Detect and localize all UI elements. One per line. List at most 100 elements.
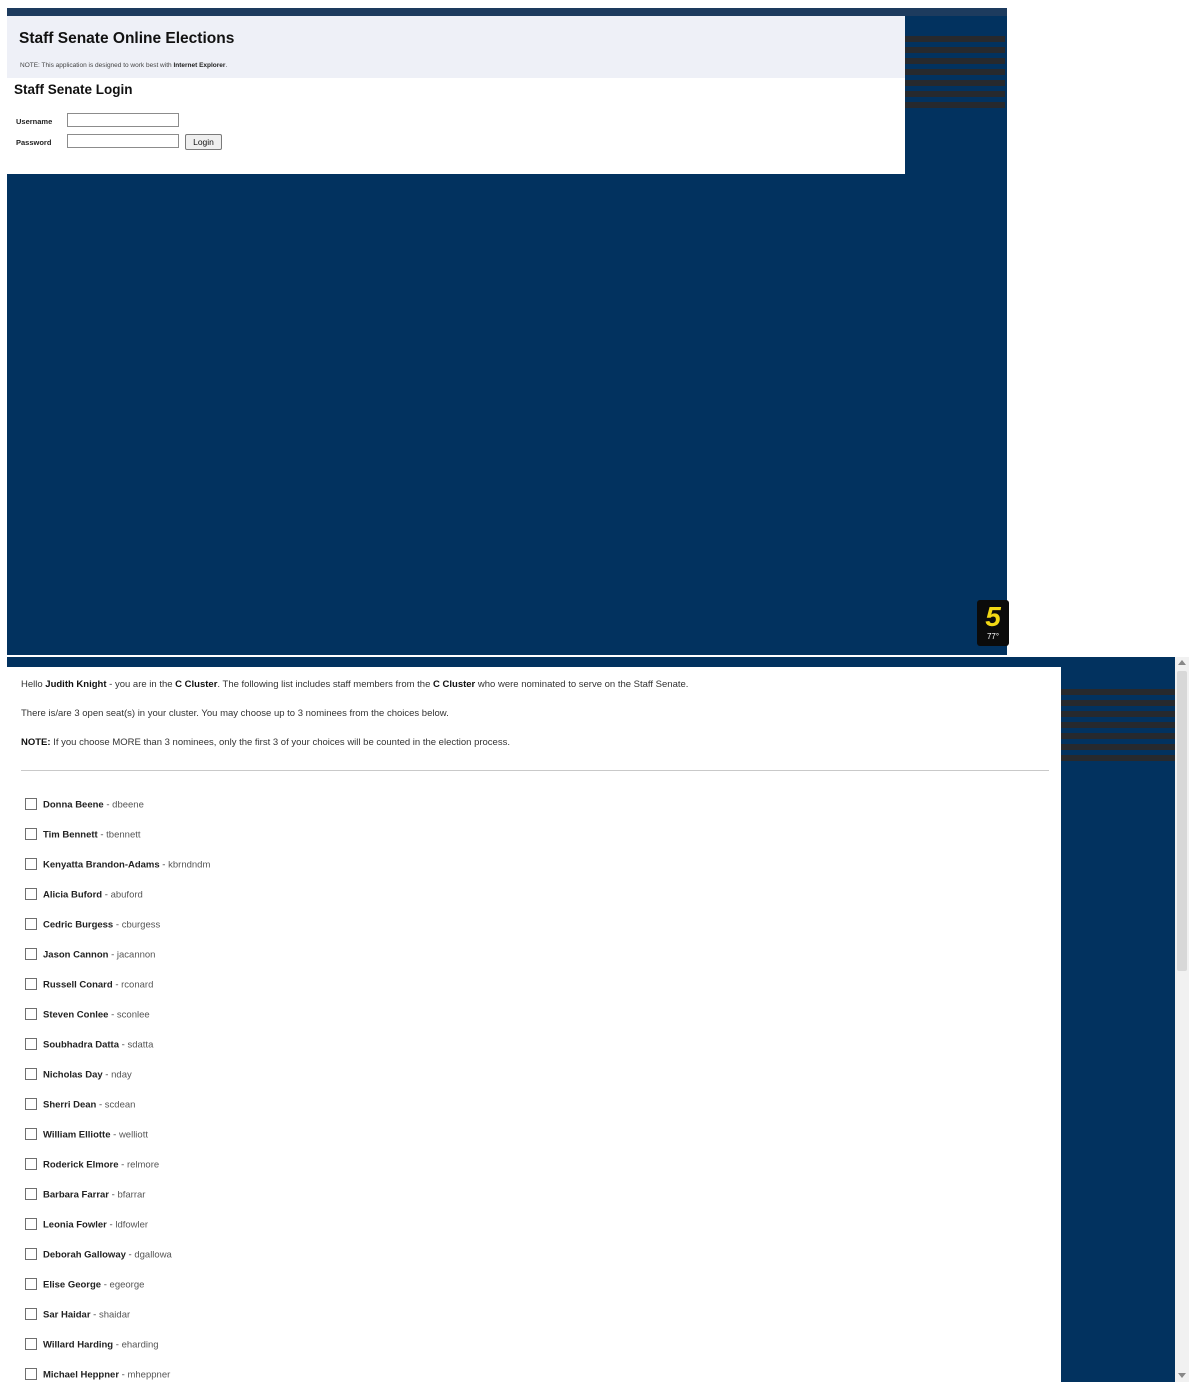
nominee-checkbox[interactable]: [25, 1218, 37, 1230]
greeting-line: Hello Judith Knight - you are in the C C…: [21, 679, 688, 690]
nominee-checkbox[interactable]: [25, 828, 37, 840]
nominee-checkbox[interactable]: [25, 1278, 37, 1290]
password-label: Password: [16, 138, 52, 147]
password-input[interactable]: [67, 134, 179, 148]
browser-note: NOTE: This application is designed to wo…: [20, 62, 227, 69]
nominee-username: jacannon: [116, 949, 156, 961]
nominee-checkbox[interactable]: [25, 1068, 37, 1080]
nominee-separator: -: [97, 829, 107, 841]
nominee-checkbox[interactable]: [25, 1338, 37, 1350]
browser-note-text: NOTE: This application is designed to wo…: [20, 62, 172, 69]
nominee-name: Russell Conard: [43, 979, 113, 991]
nominee-row[interactable]: Elise George - egeorge: [25, 1278, 145, 1293]
ballot-note-line: NOTE: If you choose MORE than 3 nominees…: [21, 737, 510, 748]
app-header: Staff Senate Online Elections NOTE: This…: [7, 16, 905, 78]
window-top-border: [7, 8, 1007, 16]
nominee-checkbox[interactable]: [25, 1038, 37, 1050]
nominee-separator: -: [101, 1279, 110, 1291]
nominee-username: bfarrar: [117, 1189, 146, 1201]
nominee-checkbox[interactable]: [25, 1128, 37, 1140]
decorative-stripes: [905, 36, 1005, 113]
nominee-row[interactable]: Nicholas Day - nday: [25, 1068, 132, 1083]
nominee-separator: -: [108, 1009, 117, 1021]
nominee-username: egeorge: [109, 1279, 145, 1291]
seats-line: There is/are 3 open seat(s) in your clus…: [21, 708, 449, 719]
login-button[interactable]: Login: [185, 134, 222, 150]
nominee-name: Kenyatta Brandon-Adams: [43, 859, 160, 871]
nominee-checkbox[interactable]: [25, 1308, 37, 1320]
nominee-username: nday: [111, 1069, 132, 1081]
nominee-name: Willard Harding: [43, 1339, 114, 1351]
nominee-row[interactable]: Soubhadra Datta - sdatta: [25, 1038, 154, 1053]
section-divider: [21, 770, 1049, 771]
nominee-row[interactable]: Michael Heppner - mheppner: [25, 1368, 170, 1382]
nominee-row[interactable]: Russell Conard - rconard: [25, 978, 154, 993]
nominee-row[interactable]: Leonia Fowler - ldfowler: [25, 1218, 149, 1233]
nominee-checkbox[interactable]: [25, 1188, 37, 1200]
badge-temperature: 77°: [986, 632, 1000, 641]
nominee-row[interactable]: Sherri Dean - scdean: [25, 1098, 135, 1113]
cluster-text-2: . The following list includes staff memb…: [217, 679, 431, 690]
weather-badge-icon: 5 77°: [977, 600, 1009, 646]
nominee-checkbox[interactable]: [25, 798, 37, 810]
scroll-up-arrow-icon[interactable]: [1178, 660, 1186, 665]
nominee-username: rconard: [121, 979, 154, 991]
nominee-username: relmore: [126, 1159, 160, 1171]
nominee-row[interactable]: Tim Bennett - tbennett: [25, 828, 141, 843]
app-title: Staff Senate Online Elections: [19, 30, 235, 47]
cluster-name: C Cluster: [175, 679, 218, 690]
nominee-username: eharding: [121, 1339, 159, 1351]
nominee-checkbox[interactable]: [25, 1008, 37, 1020]
nominee-row[interactable]: Kenyatta Brandon-Adams - kbrndndm: [25, 858, 211, 873]
nominee-row[interactable]: Deborah Galloway - dgallowa: [25, 1248, 172, 1263]
nominee-row[interactable]: Steven Conlee - sconlee: [25, 1008, 150, 1023]
nominee-username: tbennett: [106, 829, 141, 841]
nominee-username: cburgess: [121, 919, 161, 931]
nominee-checkbox[interactable]: [25, 888, 37, 900]
nominee-separator: -: [102, 889, 111, 901]
user-name: Judith Knight: [45, 679, 107, 690]
nominee-username: ldfowler: [115, 1219, 149, 1231]
nominee-separator: -: [103, 799, 113, 811]
nominee-checkbox[interactable]: [25, 858, 37, 870]
nominee-checkbox[interactable]: [25, 918, 37, 930]
nominee-username: dgallowa: [134, 1249, 172, 1261]
nominee-row[interactable]: Sar Haidar - shaidar: [25, 1308, 130, 1323]
nominee-username: kbrndndm: [168, 859, 211, 871]
decorative-stripes-bottom: [1061, 689, 1177, 766]
nominee-checkbox[interactable]: [25, 978, 37, 990]
nominee-username: dbeene: [112, 799, 144, 811]
nominee-username: sdatta: [127, 1039, 154, 1051]
nominee-row[interactable]: Barbara Farrar - bfarrar: [25, 1188, 146, 1203]
nominee-row[interactable]: Cedric Burgess - cburgess: [25, 918, 161, 933]
nominee-name: Jason Cannon: [43, 949, 109, 961]
username-label: Username: [16, 117, 53, 126]
ballot-note-text: If you choose MORE than 3 nominees, only…: [53, 737, 510, 748]
scroll-thumb[interactable]: [1177, 671, 1187, 971]
nominee-row[interactable]: Donna Beene - dbeene: [25, 798, 144, 813]
nominee-checkbox[interactable]: [25, 1098, 37, 1110]
username-input[interactable]: [67, 113, 179, 127]
nominee-row[interactable]: Jason Cannon - jacannon: [25, 948, 156, 963]
nominee-separator: -: [102, 1069, 112, 1081]
nominee-row[interactable]: Willard Harding - eharding: [25, 1338, 159, 1353]
nominee-name: Elise George: [43, 1279, 102, 1291]
scroll-down-arrow-icon[interactable]: [1178, 1373, 1186, 1378]
nominee-checkbox[interactable]: [25, 1368, 37, 1380]
badge-digit: 5: [985, 601, 1001, 632]
nominee-row[interactable]: Roderick Elmore - relmore: [25, 1158, 160, 1173]
nominee-row[interactable]: Alicia Buford - abuford: [25, 888, 143, 903]
login-panel: Staff Senate Online Elections NOTE: This…: [7, 16, 905, 174]
nominee-name: Tim Bennett: [43, 829, 98, 841]
nominee-checkbox[interactable]: [25, 1158, 37, 1170]
cluster-text-3: who were nominated to serve on the Staff…: [477, 679, 689, 690]
nominee-row[interactable]: William Elliotte - welliott: [25, 1128, 148, 1143]
nominee-checkbox[interactable]: [25, 948, 37, 960]
nominee-name: Alicia Buford: [43, 889, 103, 901]
vertical-scrollbar[interactable]: [1175, 657, 1189, 1382]
nominee-name: Sherri Dean: [43, 1099, 97, 1111]
nominee-name: Roderick Elmore: [43, 1159, 119, 1171]
browser-note-browser: Internet Explorer: [173, 62, 226, 69]
nominee-checkbox[interactable]: [25, 1248, 37, 1260]
nominee-name: Steven Conlee: [43, 1009, 109, 1021]
